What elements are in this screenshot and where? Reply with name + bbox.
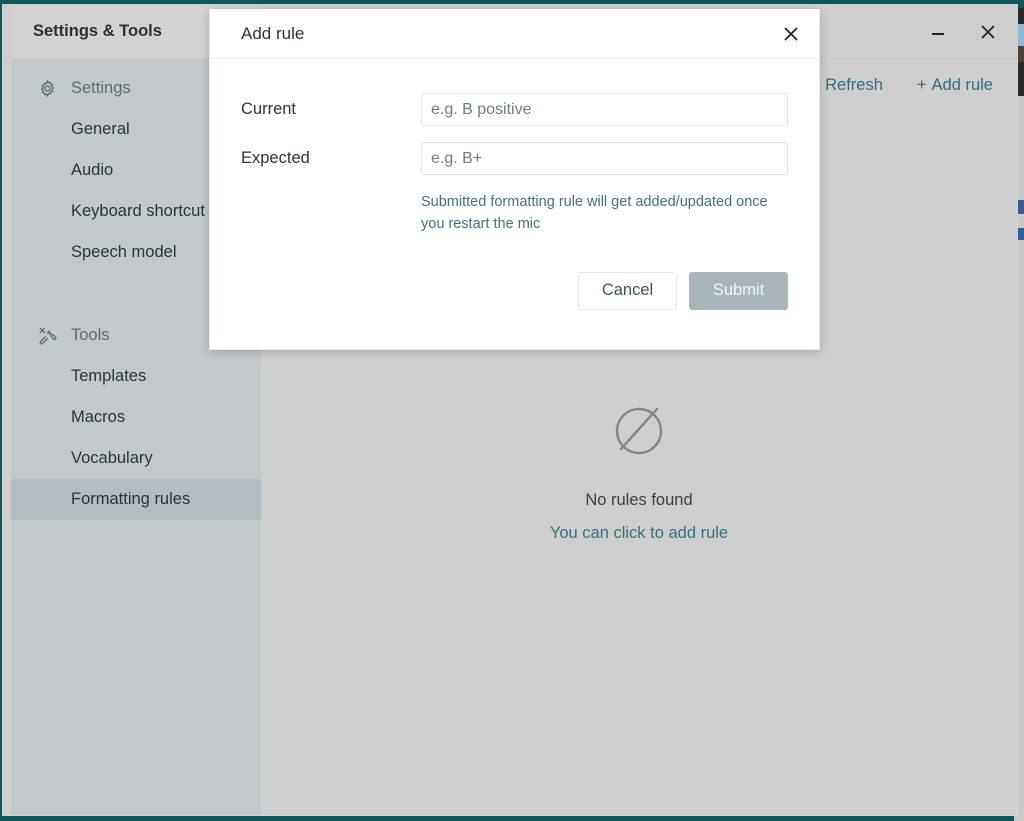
sidebar-item-label: Audio	[71, 161, 114, 179]
plus-icon: +	[916, 75, 927, 94]
expected-input[interactable]	[421, 142, 788, 175]
minimize-icon	[932, 32, 944, 35]
sidebar-item-label: General	[71, 120, 130, 138]
gear-icon	[37, 79, 57, 99]
sidebar-group-label: Settings	[71, 79, 131, 97]
empty-state-title: No rules found	[585, 491, 693, 509]
minimize-button[interactable]	[915, 5, 961, 58]
dialog-header: Add rule	[210, 9, 819, 59]
sidebar-item-label: Templates	[71, 367, 147, 385]
dialog-footer: Cancel Submit	[241, 271, 788, 310]
sidebar-group-label: Tools	[71, 326, 110, 344]
sidebar-item-templates[interactable]: Templates	[11, 356, 261, 397]
empty-state: No rules found You can click to add rule	[261, 398, 1017, 543]
form-row-expected: Expected	[241, 142, 788, 175]
submit-button[interactable]: Submit	[689, 271, 788, 310]
current-input[interactable]	[421, 93, 788, 126]
sidebar-item-label: Vocabulary	[71, 449, 153, 467]
cancel-button[interactable]: Cancel	[578, 271, 677, 310]
sidebar-item-macros[interactable]: Macros	[11, 397, 261, 438]
sidebar-item-label: Macros	[71, 408, 126, 426]
add-rule-button[interactable]: + Add rule	[917, 76, 993, 95]
empty-set-icon	[608, 398, 670, 465]
sidebar-item-label: Speech model	[71, 243, 177, 261]
add-rule-label: Add rule	[931, 75, 993, 94]
close-icon	[784, 27, 798, 41]
sidebar-item-label: Formatting rules	[71, 490, 191, 508]
refresh-button[interactable]: Refresh	[825, 76, 883, 95]
refresh-label: Refresh	[825, 75, 883, 94]
window-title: Settings & Tools	[33, 22, 162, 40]
add-rule-dialog: Add rule Current Expected Submitted form…	[209, 9, 820, 350]
current-field-label: Current	[241, 100, 297, 118]
dialog-hint-text: Submitted formatting rule will get added…	[421, 194, 768, 233]
sidebar-item-label: Keyboard shortcut	[71, 202, 205, 220]
sidebar-item-vocabulary[interactable]: Vocabulary	[11, 438, 261, 479]
dialog-title: Add rule	[241, 24, 305, 43]
empty-state-add-rule-link[interactable]: You can click to add rule	[550, 524, 728, 543]
sidebar-item-formatting-rules[interactable]: Formatting rules	[11, 479, 261, 520]
close-window-button[interactable]	[965, 5, 1011, 58]
dialog-body: Current Expected Submitted formatting ru…	[210, 59, 819, 310]
form-row-current: Current	[241, 93, 788, 126]
close-icon	[981, 24, 995, 39]
expected-field-label: Expected	[241, 149, 310, 167]
dialog-close-button[interactable]	[773, 16, 809, 52]
tools-icon	[37, 326, 57, 346]
screen-root: Settings & Tools Settings General Audio …	[0, 0, 1024, 821]
settings-and-tools-window: Settings & Tools Settings General Audio …	[2, 4, 1018, 816]
